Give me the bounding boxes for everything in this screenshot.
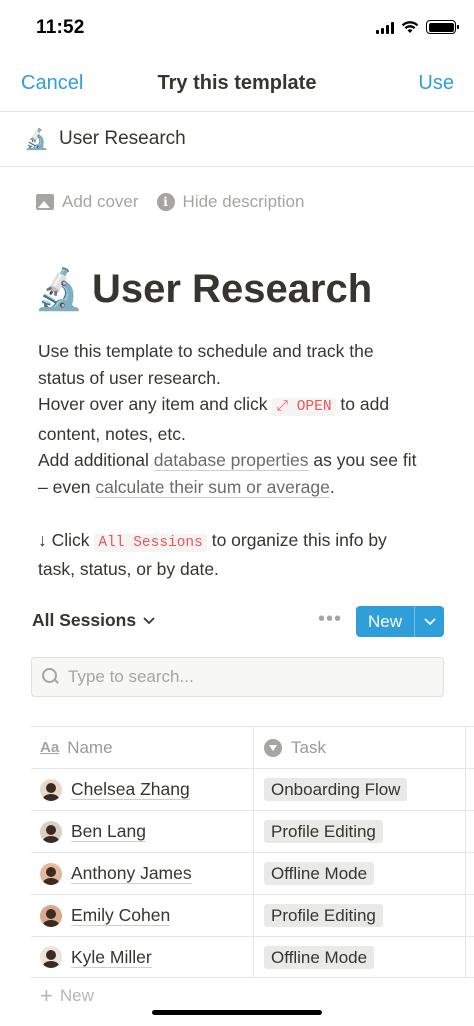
view-label: All Sessions [32,610,137,630]
table-row[interactable]: Emily Cohen Profile Editing [31,894,474,936]
name-cell[interactable]: Kyle Miller [31,937,254,977]
new-button[interactable]: New [356,606,414,637]
table-row[interactable]: Ben Lang Profile Editing [31,810,474,852]
description-line: task, status, or by date. [38,559,219,579]
page-title[interactable]: User Research [92,267,372,312]
description-line: status of user research. [38,367,221,388]
task-tag: Offline Mode [264,945,375,969]
page-header: 🔬 User Research [34,266,372,313]
task-cell[interactable]: Onboarding Flow [254,769,466,810]
row-name[interactable]: Ben Lang [71,821,146,842]
status-icons [376,20,459,34]
row-name[interactable]: Kyle Miller [71,947,152,968]
calculate-sum-link[interactable]: calculate their sum or average [95,476,330,498]
hide-description-label: Hide description [182,192,305,211]
name-cell[interactable]: Chelsea Zhang [31,769,254,810]
view-selector[interactable]: All Sessions [32,610,155,631]
image-icon [36,194,54,210]
wifi-icon [401,21,419,33]
page-controls: Add cover i Hide description [36,192,304,212]
breadcrumb-title: User Research [59,128,186,149]
more-options-icon[interactable]: ••• [318,608,342,631]
nav-header: Cancel Try this template Use [0,60,474,110]
avatar [40,862,62,885]
table-header-row: Aa Name Task [31,726,474,768]
all-sessions-code-chip: All Sessions [94,533,207,552]
status-bar: 11:52 [0,0,474,58]
task-tag: Profile Editing [264,820,383,843]
table-row[interactable]: Anthony James Offline Mode [31,852,474,894]
row-name[interactable]: Anthony James [71,863,192,884]
description-line: ↓ Click All Sessions to organize this in… [38,529,387,552]
task-cell[interactable]: Profile Editing [254,811,466,852]
task-cell[interactable]: Profile Editing [254,895,466,936]
description-line: content, notes, etc. [38,423,186,444]
hide-description-button[interactable]: i Hide description [156,192,305,212]
database-properties-link[interactable]: database properties [153,450,309,471]
task-tag: Onboarding Flow [264,778,408,801]
search-box [31,657,444,697]
task-cell[interactable]: Offline Mode [254,853,466,894]
text-property-icon: Aa [40,739,60,756]
chevron-down-icon [143,616,155,624]
description-line: Use this template to schedule and track … [38,341,374,361]
table-row[interactable]: Kyle Miller Offline Mode [31,936,474,978]
info-icon: i [156,193,175,211]
add-new-row-button[interactable]: + New [40,983,94,1008]
avatar [40,904,62,927]
task-cell[interactable]: Offline Mode [254,937,466,977]
search-input[interactable] [68,667,428,687]
add-new-label: New [59,986,94,1005]
task-tag: Offline Mode [264,862,375,885]
column-header-name[interactable]: Aa Name [31,727,254,768]
task-tag: Profile Editing [264,904,383,927]
table-row[interactable]: Chelsea Zhang Onboarding Flow [31,768,474,810]
avatar [40,820,62,843]
page-breadcrumb[interactable]: 🔬 User Research [0,112,474,166]
name-cell[interactable]: Ben Lang [31,811,254,852]
cancel-button[interactable]: Cancel [21,72,83,95]
new-button-group: New [356,606,444,637]
microscope-icon[interactable]: 🔬 [34,266,84,313]
divider [0,166,474,167]
avatar [40,946,62,968]
add-cover-button[interactable]: Add cover [36,192,139,212]
plus-icon: + [40,983,53,1008]
microscope-icon: 🔬 [24,128,49,151]
status-time: 11:52 [36,17,85,38]
description-line: Hover over any item and click ⤢ OPEN to … [38,394,390,416]
description-line: – even calculate their sum or average. [38,476,335,498]
home-indicator[interactable] [152,1010,322,1015]
open-code-chip: ⤢ OPEN [272,398,336,416]
avatar [40,778,62,801]
row-name[interactable]: Chelsea Zhang [71,779,190,800]
page-description: Use this template to schedule and track … [38,338,448,583]
name-cell[interactable]: Emily Cohen [31,895,254,936]
chevron-down-icon [423,617,436,625]
use-button[interactable]: Use [418,72,454,95]
row-name[interactable]: Emily Cohen [71,905,171,926]
database-header: All Sessions ••• New [32,606,444,638]
battery-icon [426,20,459,34]
select-property-icon [264,738,282,757]
name-cell[interactable]: Anthony James [31,853,254,894]
search-icon [42,668,60,686]
new-dropdown-button[interactable] [414,606,444,637]
add-cover-label: Add cover [62,192,139,211]
description-line: Add additional database properties as yo… [38,450,417,471]
database-table: Aa Name Task Chelsea Zhang Onboarding Fl… [31,726,474,978]
column-header-task[interactable]: Task [254,727,466,768]
cellular-signal-icon [376,21,394,34]
